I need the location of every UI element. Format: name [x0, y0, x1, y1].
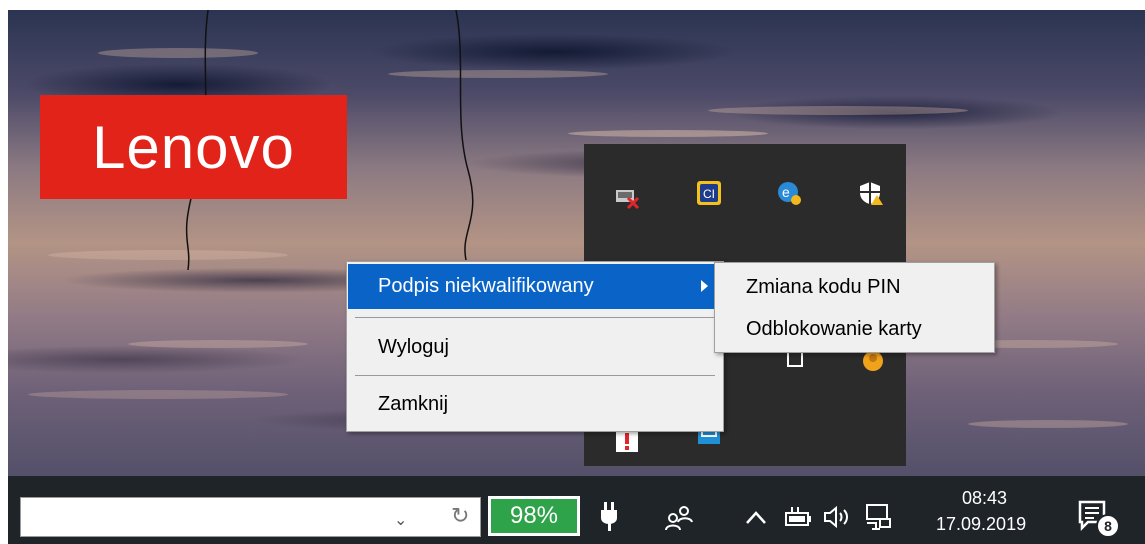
svg-text:CI: CI [703, 187, 715, 201]
search-input[interactable] [20, 497, 443, 537]
thread-decoration [455, 10, 474, 260]
menu-item-zamknij[interactable]: Zamknij [348, 382, 722, 427]
security-shield-warning-icon[interactable] [858, 180, 884, 206]
chevron-down-icon[interactable]: ⌄ [394, 510, 407, 530]
battery-percent: 98% [491, 499, 577, 533]
clock-date[interactable]: 17.09.2019 [936, 514, 1026, 535]
notification-count-badge: 8 [1096, 514, 1120, 538]
menu-item-label: Odblokowanie karty [746, 317, 922, 340]
battery-plug-icon[interactable] [784, 506, 814, 528]
menu-separator [355, 317, 715, 318]
menu-separator [355, 375, 715, 376]
clock-time[interactable]: 08:43 [962, 488, 1007, 509]
submenu-arrow-icon [701, 280, 708, 292]
network-error-icon[interactable] [614, 184, 640, 210]
menu-item-label: Podpis niekwalifikowany [378, 275, 594, 297]
network-icon[interactable] [864, 502, 894, 532]
menu-item-label: Wyloguj [378, 336, 449, 358]
submenu-item-zmiana-kodu-pin[interactable]: Zmiana kodu PIN [716, 267, 993, 307]
submenu-item-odblokowanie-karty[interactable]: Odblokowanie karty [716, 309, 993, 349]
chevron-up-icon[interactable] [745, 508, 767, 526]
refresh-icon: ↻ [451, 503, 470, 528]
logo-text: Lenovo [92, 113, 295, 181]
menu-item-label: Zamknij [378, 393, 449, 415]
menu-item-podpis-niekwalifikowany[interactable]: Podpis niekwalifikowany [348, 264, 722, 309]
svg-text:e: e [782, 184, 790, 200]
ci-app-icon[interactable]: CI [696, 180, 722, 206]
menu-item-wyloguj[interactable]: Wyloguj [348, 325, 722, 370]
lenovo-logo: Lenovo [40, 95, 347, 199]
power-plug-icon[interactable] [598, 500, 620, 532]
edge-warning-icon[interactable]: e [776, 180, 802, 206]
battery-indicator[interactable]: 98% [488, 496, 580, 536]
volume-icon[interactable] [822, 504, 854, 530]
people-icon[interactable] [664, 502, 694, 532]
context-menu: Podpis niekwalifikowany Wyloguj Zamknij [346, 261, 724, 432]
menu-item-label: Zmiana kodu PIN [746, 275, 901, 298]
submenu: Zmiana kodu PIN Odblokowanie karty [714, 262, 995, 353]
